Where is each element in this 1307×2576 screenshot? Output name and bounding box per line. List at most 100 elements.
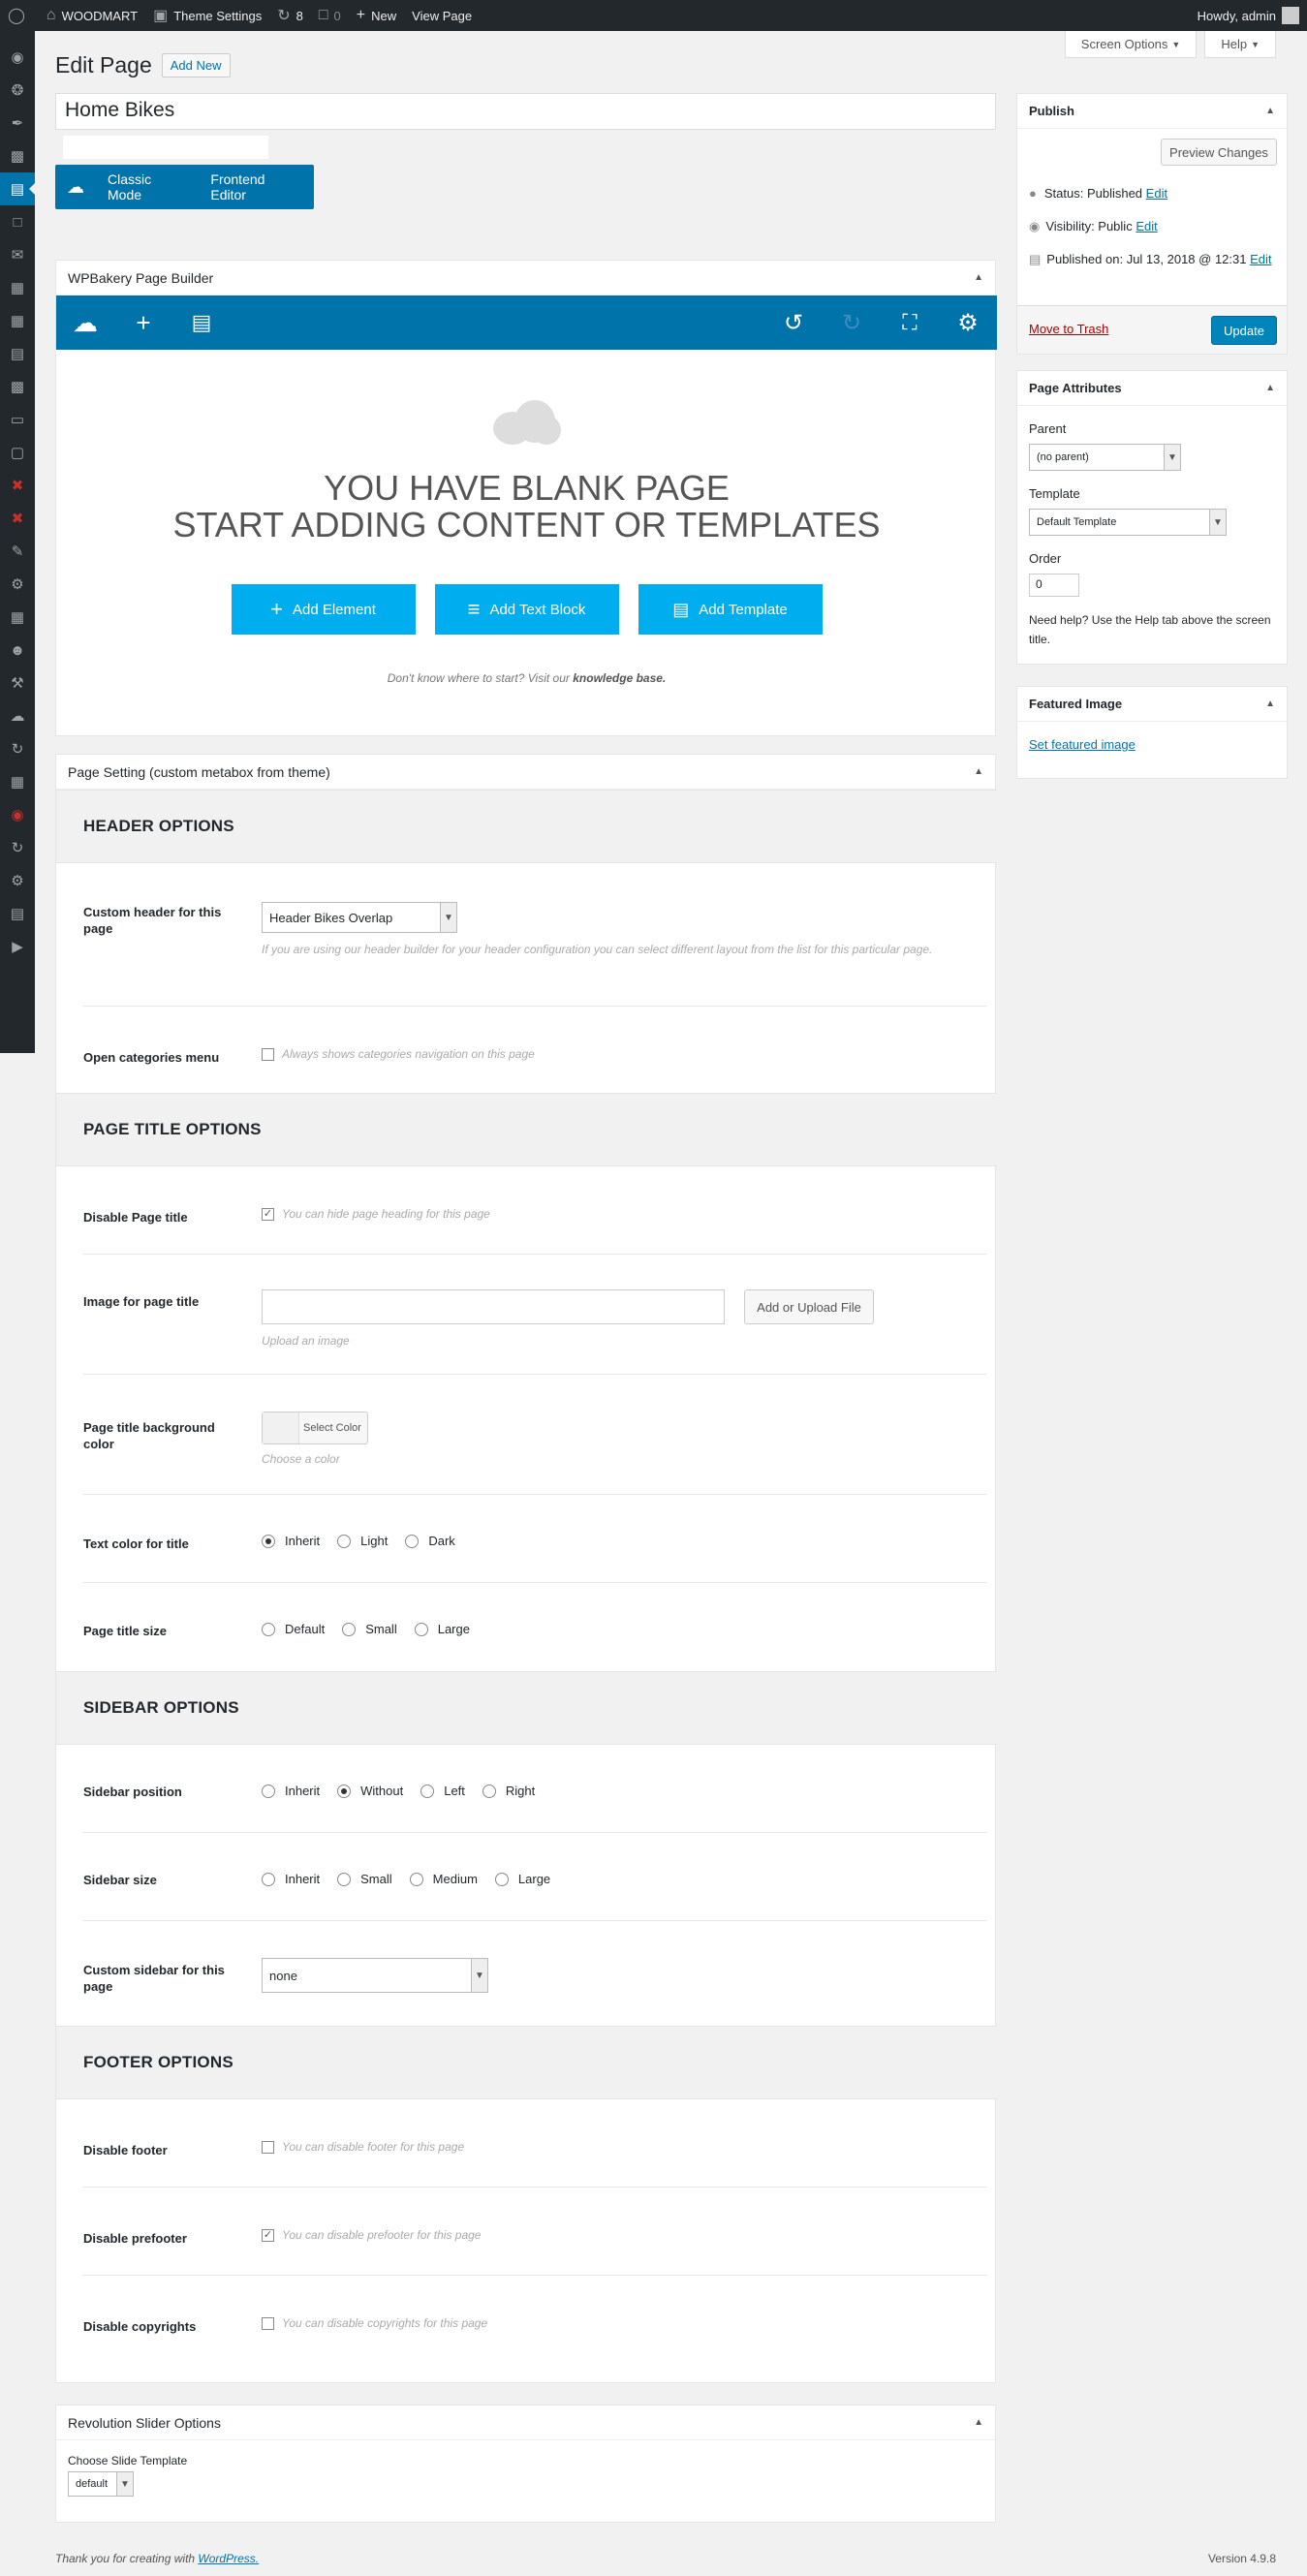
toggle-arrow-icon[interactable]: ▲ xyxy=(1265,106,1275,116)
products-icon[interactable]: ▢ xyxy=(0,436,35,469)
loader-icon[interactable]: ◉ xyxy=(0,798,35,831)
redo-icon[interactable]: ↻ xyxy=(823,309,881,337)
fullscreen-icon[interactable]: ⛶ xyxy=(881,310,939,335)
woodmart-icon[interactable]: ❂ xyxy=(0,74,35,107)
page-setting-header[interactable]: Page Setting (custom metabox from theme)… xyxy=(56,755,995,790)
layout-icon[interactable]: ▦ xyxy=(0,601,35,634)
pages-icon[interactable]: ▤ xyxy=(0,172,35,205)
custom-sidebar-select[interactable]: none ▼ xyxy=(262,1958,488,1993)
undo-icon[interactable]: ↺ xyxy=(764,309,823,337)
copy-icon[interactable]: ▤ xyxy=(0,897,35,930)
add-element-icon[interactable]: + xyxy=(114,308,172,338)
image-url-input[interactable] xyxy=(262,1289,725,1324)
radio-small[interactable]: Small xyxy=(337,1872,392,1886)
comments-link[interactable]: □ 0 xyxy=(311,0,349,31)
posts-icon[interactable]: ✒ xyxy=(0,107,35,140)
screen-options-button[interactable]: Screen Options ▼ xyxy=(1064,31,1198,58)
templates-icon[interactable]: ▤ xyxy=(172,310,231,335)
knowledge-base-link[interactable]: knowledge base. xyxy=(573,671,666,685)
new-content-link[interactable]: + New xyxy=(349,0,404,31)
move-to-trash-link[interactable]: Move to Trash xyxy=(1029,322,1108,336)
grid-icon[interactable]: ▦ xyxy=(0,765,35,798)
toggle-arrow-icon[interactable]: ▲ xyxy=(974,766,983,777)
custom-header-select[interactable]: Header Bikes Overlap ▼ xyxy=(262,902,457,933)
preview-changes-button[interactable]: Preview Changes xyxy=(1161,139,1277,166)
post-title-input[interactable]: Home Bikes xyxy=(55,93,996,130)
set-featured-image-link[interactable]: Set featured image xyxy=(1029,737,1136,752)
radio-dark[interactable]: Dark xyxy=(405,1534,455,1548)
radio-medium[interactable]: Medium xyxy=(409,1872,478,1886)
radio-inherit[interactable]: Inherit xyxy=(262,1872,320,1886)
open-categories-checkbox[interactable] xyxy=(262,1048,274,1062)
settings-icon[interactable]: ⚙ xyxy=(0,864,35,897)
comments-icon[interactable]: □ xyxy=(0,205,35,238)
disable-footer-checkbox[interactable] xyxy=(262,2141,274,2155)
add-template-button[interactable]: ▤ Add Template xyxy=(638,584,823,635)
add-new-button[interactable]: Add New xyxy=(161,53,231,78)
wp-logo-menu[interactable]: ◯ xyxy=(0,0,39,31)
wordpress-link[interactable]: WordPress. xyxy=(198,2552,259,2565)
help-button[interactable]: Help ▼ xyxy=(1204,31,1276,58)
upload-file-button[interactable]: Add or Upload File xyxy=(744,1289,874,1324)
radio-inherit[interactable]: Inherit xyxy=(262,1784,320,1798)
contact-icon[interactable]: ✉ xyxy=(0,238,35,271)
featured-image-header[interactable]: Featured Image ▲ xyxy=(1017,687,1287,722)
radio-right[interactable]: Right xyxy=(482,1784,535,1798)
site-name-link[interactable]: ⌂ WOODMART xyxy=(39,0,145,31)
publish-header[interactable]: Publish ▲ xyxy=(1017,94,1287,129)
radio-without[interactable]: Without xyxy=(337,1784,403,1798)
settings-icon[interactable]: ⚙ xyxy=(939,309,997,337)
edit-status-link[interactable]: Edit xyxy=(1146,186,1167,201)
portfolio-icon[interactable]: ▦ xyxy=(0,271,35,304)
theme-settings-link[interactable]: ▣ Theme Settings xyxy=(145,0,269,31)
wpbakery-header[interactable]: WPBakery Page Builder ▲ xyxy=(56,261,995,295)
account-menu[interactable]: Howdy, admin xyxy=(1190,0,1307,31)
users-icon[interactable]: ☻ xyxy=(0,634,35,667)
sidebars-icon[interactable]: ▤ xyxy=(0,337,35,370)
radio-large[interactable]: Large xyxy=(494,1872,550,1886)
edit-date-link[interactable]: Edit xyxy=(1250,252,1271,266)
sync-icon[interactable]: ↻ xyxy=(0,831,35,864)
plugins-icon[interactable]: ⚙ xyxy=(0,568,35,601)
frontend-editor-button[interactable]: Frontend Editor xyxy=(199,171,314,202)
update-button[interactable]: Update xyxy=(1211,316,1277,345)
slides-icon[interactable]: ▩ xyxy=(0,370,35,403)
html-blocks-icon[interactable]: ▦ xyxy=(0,304,35,337)
cloud-icon[interactable]: ☁ xyxy=(0,699,35,732)
disable-copyrights-checkbox[interactable] xyxy=(262,2317,274,2331)
media-icon[interactable]: ▩ xyxy=(0,140,35,172)
radio-light[interactable]: Light xyxy=(337,1534,388,1548)
classic-mode-button[interactable]: Classic Mode xyxy=(96,171,199,202)
radio-left[interactable]: Left xyxy=(420,1784,465,1798)
plugin-x-icon[interactable]: ✖ xyxy=(0,469,35,502)
order-input[interactable]: 0 xyxy=(1029,574,1079,597)
disable-prefooter-checkbox[interactable]: ✓ xyxy=(262,2229,274,2243)
radio-default[interactable]: Default xyxy=(262,1622,325,1636)
dashboard-icon[interactable]: ◉ xyxy=(0,41,35,74)
updates-link[interactable]: ↻ 8 xyxy=(269,0,311,31)
radio-large[interactable]: Large xyxy=(414,1622,470,1636)
view-page-link[interactable]: View Page xyxy=(404,0,480,31)
radio-small[interactable]: Small xyxy=(342,1622,397,1636)
add-text-block-button[interactable]: ≡ Add Text Block xyxy=(434,584,619,635)
template-select[interactable]: Default Template ▼ xyxy=(1029,509,1227,536)
toggle-arrow-icon[interactable]: ▲ xyxy=(1265,698,1275,709)
appearance-icon[interactable]: ✎ xyxy=(0,535,35,568)
woocommerce-icon[interactable]: ▭ xyxy=(0,403,35,436)
color-picker-button[interactable]: Select Color xyxy=(262,1412,368,1444)
edit-visibility-link[interactable]: Edit xyxy=(1136,219,1157,233)
toggle-arrow-icon[interactable]: ▲ xyxy=(974,2417,983,2428)
revslider-icon[interactable]: ↻ xyxy=(0,732,35,765)
add-element-button[interactable]: + Add Element xyxy=(231,584,416,635)
toggle-arrow-icon[interactable]: ▲ xyxy=(974,272,983,283)
disable-page-title-checkbox[interactable]: ✓ xyxy=(262,1208,274,1222)
vc-logo-icon[interactable]: ☁ xyxy=(56,308,114,338)
toggle-arrow-icon[interactable]: ▲ xyxy=(1265,383,1275,393)
tools-icon[interactable]: ⚒ xyxy=(0,667,35,699)
plugin-y-icon[interactable]: ✖ xyxy=(0,502,35,535)
page-attributes-header[interactable]: Page Attributes ▲ xyxy=(1017,371,1287,406)
collapse-icon[interactable]: ▶ xyxy=(0,930,35,963)
revslider-header[interactable]: Revolution Slider Options ▲ xyxy=(56,2405,995,2440)
parent-select[interactable]: (no parent) ▼ xyxy=(1029,444,1181,471)
slide-template-select[interactable]: default ▼ xyxy=(68,2471,134,2497)
